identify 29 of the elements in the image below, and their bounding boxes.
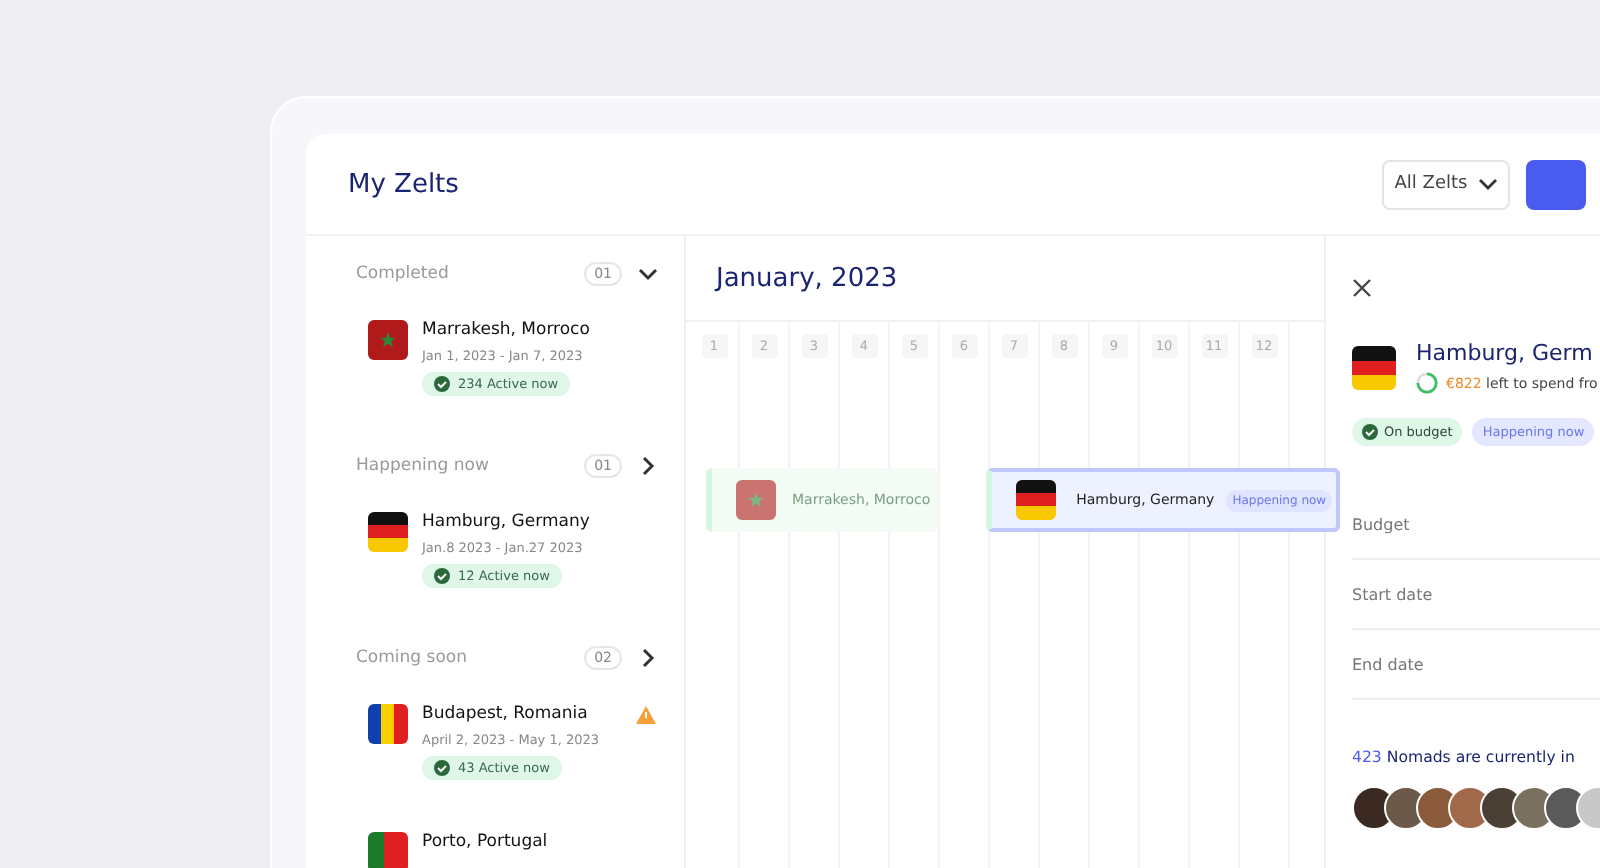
flag-icon: [368, 320, 408, 360]
field-label: Start date: [1352, 586, 1433, 604]
check-icon: [434, 568, 450, 584]
check-icon: [1362, 424, 1378, 440]
trip-title: Hamburg, Germ: [1416, 340, 1595, 366]
flag-icon: [368, 704, 408, 744]
close-icon[interactable]: [1352, 278, 1372, 298]
group-title: Completed: [356, 264, 451, 284]
trip-name[interactable]: Marrakesh, Morroco: [422, 320, 590, 340]
progress-ring-icon: [1416, 372, 1438, 394]
flag-icon: [1016, 480, 1057, 520]
check-icon: [434, 760, 450, 776]
group-title: Happening now: [356, 456, 491, 476]
chevron-down-icon: [1477, 178, 1498, 190]
group-title: Coming soon: [356, 648, 469, 668]
flag-icon: [368, 512, 408, 552]
flag-icon: [1352, 345, 1396, 389]
field-label: End date: [1352, 656, 1424, 674]
trip-name[interactable]: Porto, Portugal: [422, 832, 548, 852]
check-icon: [434, 376, 450, 392]
page-title: My Zelts: [348, 169, 459, 199]
flag-icon: [736, 480, 776, 520]
primary-button[interactable]: [1526, 159, 1586, 209]
trip-name[interactable]: Budapest, Romania: [422, 704, 588, 724]
field-label: Budget: [1352, 516, 1410, 534]
flag-icon: [368, 832, 408, 868]
month-title: January, 2023: [686, 236, 1324, 322]
trip-name[interactable]: Hamburg, Germany: [422, 512, 590, 532]
filter-dropdown[interactable]: All Zelts: [1382, 159, 1510, 209]
